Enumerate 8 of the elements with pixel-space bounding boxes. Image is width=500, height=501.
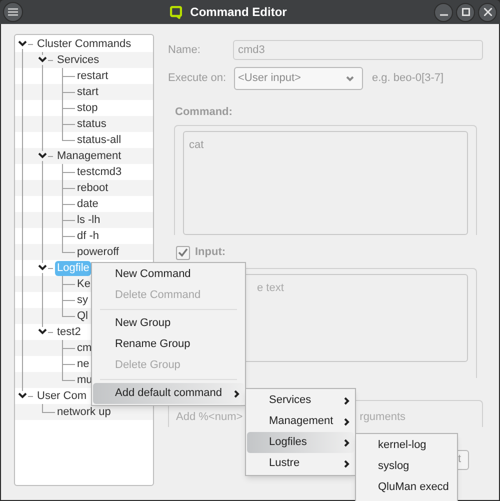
input-label: Input: bbox=[195, 245, 226, 260]
execute-on-hint: e.g. beo-0[3-7] bbox=[372, 71, 444, 86]
execute-on-label: Execute on: bbox=[168, 71, 228, 86]
name-label: Name: bbox=[168, 42, 202, 58]
arguments-placeholder: Add %<num> bbox=[176, 410, 243, 425]
window-title: Command Editor bbox=[190, 4, 287, 21]
arguments-placeholder: rguments bbox=[360, 410, 406, 425]
command-label: Command: bbox=[175, 105, 234, 120]
